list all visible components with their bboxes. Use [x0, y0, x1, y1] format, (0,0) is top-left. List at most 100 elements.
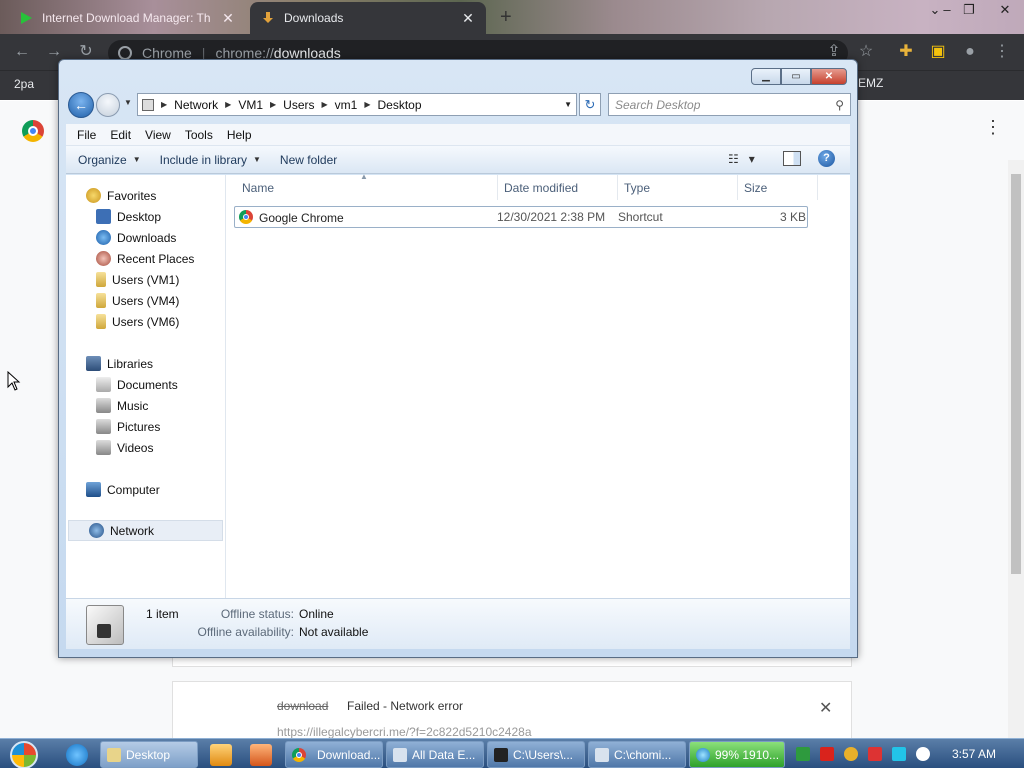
extensions-icon[interactable]: ✚ [894, 40, 918, 64]
scrollbar[interactable] [1008, 160, 1024, 738]
task-7zip[interactable]: C:\Users\... [487, 741, 585, 768]
include-in-library-button[interactable]: Include in library ▼ [154, 153, 274, 167]
command-bar: Organize ▼ Include in library ▼ New folder… [66, 146, 850, 174]
breadcrumb-network[interactable]: Network [174, 98, 218, 112]
ie-icon[interactable] [66, 744, 88, 766]
breadcrumb-vm1[interactable]: VM1 [238, 98, 263, 112]
close-icon[interactable]: ✕ [220, 10, 236, 27]
tray-flag-icon[interactable] [868, 747, 882, 761]
column-name[interactable]: Name [236, 175, 498, 200]
chevron-right-icon[interactable]: ▶ [322, 100, 328, 109]
download-url[interactable]: https://illegalcybercri.me/?f=2c822d5210… [277, 725, 532, 739]
computer-icon [142, 98, 154, 111]
menu-tools[interactable]: Tools [178, 128, 220, 142]
bookmark-2pa[interactable]: 2pa [14, 77, 34, 91]
more-options-icon[interactable]: ⋮ [984, 118, 1002, 136]
search-input[interactable]: Search Desktop ⚲ [608, 93, 851, 116]
nav-music[interactable]: Music [66, 395, 226, 416]
clock[interactable]: 3:57 AM [952, 747, 996, 761]
nav-libraries[interactable]: Libraries [66, 353, 226, 374]
sidepanel-icon[interactable]: ▣ [926, 40, 950, 64]
address-bar[interactable]: ▶ Network ▶ VM1 ▶ Users ▶ vm1 ▶ Desktop … [137, 93, 577, 116]
nav-favorites[interactable]: Favorites [66, 185, 226, 206]
nav-users-vm1[interactable]: Users (VM1) [66, 269, 226, 290]
close-icon[interactable]: ✕ [460, 10, 476, 27]
tab-downloads[interactable]: Downloads ✕ [250, 2, 486, 34]
restore-icon[interactable]: ❐ [952, 0, 986, 20]
column-date-modified[interactable]: Date modified [498, 175, 618, 200]
chevron-right-icon[interactable]: ▶ [225, 100, 231, 109]
column-size[interactable]: Size [738, 175, 818, 200]
back-icon[interactable]: ← [10, 40, 34, 64]
menu-file[interactable]: File [70, 128, 103, 142]
tray-idm-icon[interactable] [796, 747, 810, 761]
chrome-site-icon [118, 46, 132, 60]
nav-users-vm6[interactable]: Users (VM6) [66, 311, 226, 332]
maximize-button[interactable]: ▭ [781, 68, 811, 85]
nav-network[interactable]: Network [68, 520, 223, 541]
search-icon[interactable]: ⚲ [835, 98, 844, 112]
preview-pane-icon[interactable] [783, 151, 801, 166]
chevron-right-icon[interactable]: ▶ [270, 100, 276, 109]
network-icon [89, 523, 104, 538]
file-name-cell[interactable]: Google Chrome [239, 210, 344, 225]
task-all-data[interactable]: All Data E... [386, 741, 484, 768]
tray-search-icon[interactable] [844, 747, 858, 761]
media-player-icon[interactable] [210, 744, 232, 766]
chevron-right-icon[interactable]: ▶ [364, 100, 370, 109]
start-button[interactable] [10, 741, 38, 768]
chevron-down-icon: ▼ [253, 155, 261, 164]
nav-documents[interactable]: Documents [66, 374, 226, 395]
tray-monitor-icon[interactable] [892, 747, 906, 761]
nav-computer[interactable]: Computer [66, 479, 226, 500]
tray-volume-icon[interactable] [916, 747, 930, 761]
star-icon[interactable]: ☆ [854, 40, 878, 64]
task-desktop[interactable]: Desktop [100, 741, 198, 768]
download-file-name[interactable]: download [277, 699, 328, 713]
task-chomi[interactable]: C:\chomi... [588, 741, 686, 768]
menu-edit[interactable]: Edit [103, 128, 138, 142]
minimize-button[interactable]: ▁ [751, 68, 781, 85]
nav-users-vm4[interactable]: Users (VM4) [66, 290, 226, 311]
table-row[interactable]: Google Chrome 12/30/2021 2:38 PM Shortcu… [234, 206, 808, 228]
menu-help[interactable]: Help [220, 128, 259, 142]
tray-v-icon[interactable] [820, 747, 834, 761]
organize-button[interactable]: Organize ▼ [72, 153, 154, 167]
refresh-icon[interactable]: ↻ [579, 93, 601, 116]
close-button[interactable]: ✕ [811, 68, 847, 85]
breadcrumb-user[interactable]: vm1 [335, 98, 358, 112]
new-tab-button[interactable]: + [500, 6, 512, 29]
remove-download-icon[interactable]: ✕ [819, 698, 832, 718]
nav-desktop[interactable]: Desktop [66, 206, 226, 227]
breadcrumb-users[interactable]: Users [283, 98, 314, 112]
task-downloads[interactable]: Download... [285, 741, 383, 768]
videos-icon [96, 440, 111, 455]
nav-downloads[interactable]: Downloads [66, 227, 226, 248]
bookmark-emz[interactable]: EMZ [858, 76, 883, 90]
mouse-cursor-icon [7, 371, 21, 391]
menu-view[interactable]: View [138, 128, 178, 142]
nav-label: Libraries [107, 356, 154, 371]
task-download-progress[interactable]: 99% 1910... [689, 741, 785, 768]
nav-recent-places[interactable]: Recent Places [66, 248, 226, 269]
help-icon[interactable]: ? [818, 150, 835, 167]
app-icon[interactable] [250, 744, 272, 766]
forward-button[interactable] [96, 93, 120, 117]
scrollbar-thumb[interactable] [1011, 174, 1021, 574]
close-icon[interactable]: ✕ [988, 0, 1022, 20]
nav-pictures[interactable]: Pictures [66, 416, 226, 437]
nav-label: Recent Places [117, 251, 195, 266]
nav-videos[interactable]: Videos [66, 437, 226, 458]
new-folder-button[interactable]: New folder [274, 153, 350, 167]
breadcrumb-desktop[interactable]: Desktop [378, 98, 422, 112]
profile-icon[interactable]: ● [958, 40, 982, 64]
address-dropdown-icon[interactable]: ▼ [564, 100, 572, 109]
recent-places-icon [96, 251, 111, 266]
change-view-icon[interactable]: ☷ ▾ [728, 152, 755, 166]
back-button[interactable]: ← [68, 92, 94, 118]
menu-icon[interactable]: ⋮ [990, 40, 1014, 64]
tab-idm[interactable]: Internet Download Manager: Th ✕ [8, 2, 246, 34]
chevron-right-icon[interactable]: ▶ [161, 100, 167, 109]
column-type[interactable]: Type [618, 175, 738, 200]
recent-pages-dropdown-icon[interactable]: ▼ [124, 98, 132, 107]
